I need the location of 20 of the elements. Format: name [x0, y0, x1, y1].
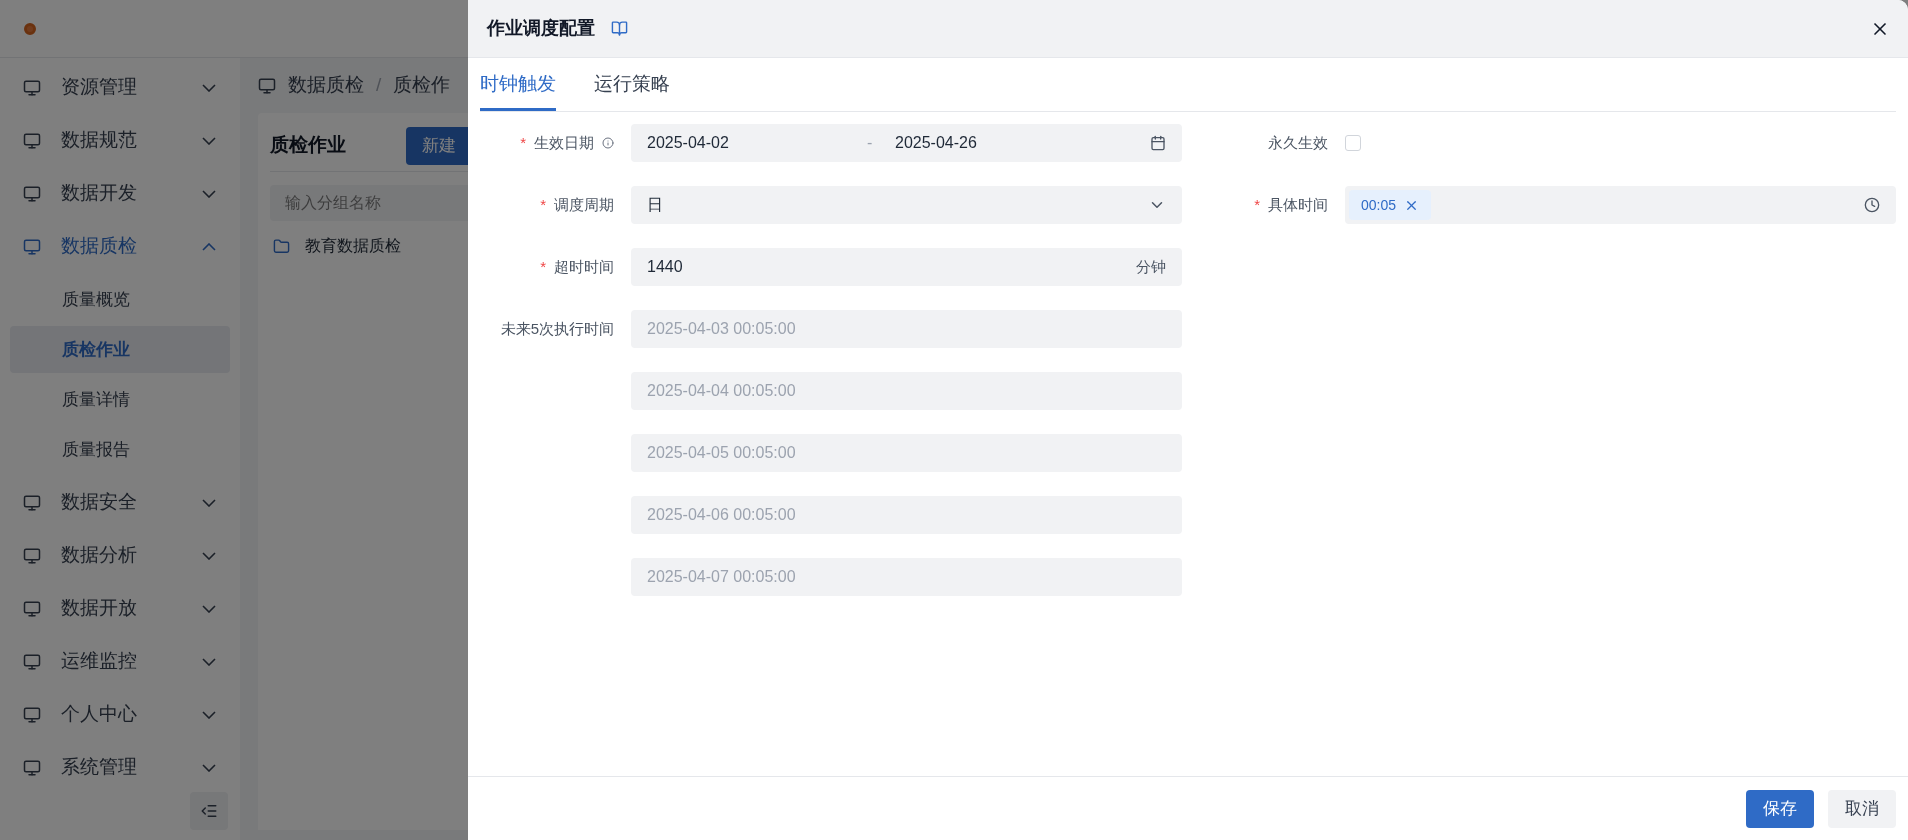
- breadcrumb-item: 质检作: [393, 73, 451, 98]
- execution-time-field: 2025-04-07 00:05:00: [631, 558, 1182, 596]
- required-mark: *: [1254, 194, 1260, 215]
- field-label: 具体时间: [1268, 194, 1328, 215]
- required-mark: *: [540, 256, 546, 277]
- field-label: 生效日期: [534, 132, 594, 153]
- time-tag: 00:05: [1349, 190, 1432, 220]
- required-mark: *: [520, 132, 526, 153]
- panel-title: 质检作业: [270, 133, 346, 158]
- field-label: 未来5次执行时间: [500, 318, 614, 339]
- field-label: 超时时间: [554, 256, 614, 277]
- breadcrumb-separator: /: [376, 73, 382, 98]
- required-mark: *: [540, 194, 546, 215]
- execution-time-field: 2025-04-06 00:05:00: [631, 496, 1182, 534]
- field-label: 调度周期: [554, 194, 614, 215]
- execution-time-field: 2025-04-05 00:05:00: [631, 434, 1182, 472]
- drawer-title: 作业调度配置: [487, 17, 595, 40]
- execution-time-field: 2025-04-03 00:05:00: [631, 310, 1182, 348]
- field-label: 永久生效: [1268, 132, 1328, 153]
- execution-time-field: 2025-04-04 00:05:00: [631, 372, 1182, 410]
